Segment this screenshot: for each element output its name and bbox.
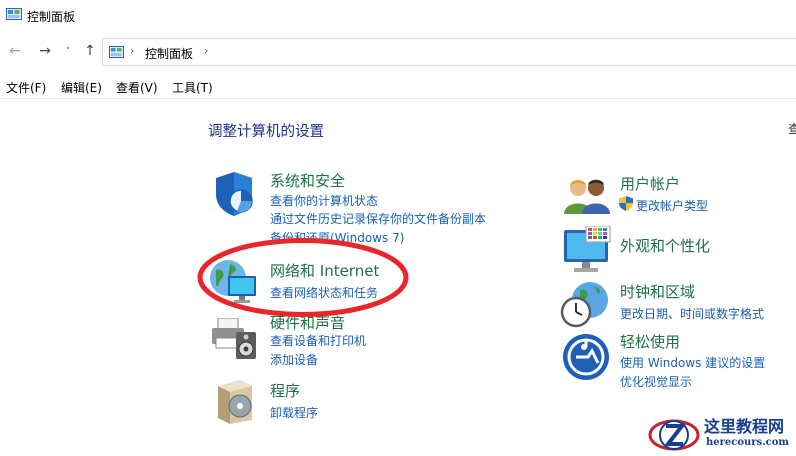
watermark-url: herecours.com [706, 437, 790, 448]
back-arrow-icon[interactable]: ← [6, 43, 24, 59]
category-user-accounts[interactable]: 用户帐户 [620, 173, 680, 194]
menu-bar: 文件(F) 编辑(E) 查看(V) 工具(T) [0, 76, 796, 99]
link-change-account-type[interactable]: 更改帐户类型 [636, 197, 708, 214]
programs-disc-icon[interactable] [212, 378, 258, 424]
printer-speaker-icon[interactable] [210, 318, 260, 360]
menu-view[interactable]: 查看(V) [116, 79, 158, 96]
link-change-date-time-format[interactable]: 更改日期、时间或数字格式 [620, 305, 764, 322]
category-system-security[interactable]: 系统和安全 [270, 170, 345, 191]
uac-shield-icon [619, 196, 633, 211]
menu-tools[interactable]: 工具(T) [172, 79, 213, 96]
recent-locations-icon[interactable]: ˅ [62, 47, 74, 57]
link-view-computer-status[interactable]: 查看你的计算机状态 [270, 192, 378, 209]
category-appearance[interactable]: 外观和个性化 [620, 235, 710, 256]
watermark-logo-icon [648, 419, 700, 451]
category-clock-region[interactable]: 时钟和区域 [620, 281, 695, 302]
watermark: 这里教程网 herecours.com [648, 411, 794, 456]
category-programs[interactable]: 程序 [270, 380, 300, 401]
control-panel-icon [109, 46, 124, 58]
title-bar: 控制面板 [0, 0, 796, 32]
annotation-ellipse [197, 238, 409, 317]
forward-arrow-icon[interactable]: → [36, 43, 54, 59]
menu-edit[interactable]: 编辑(E) [61, 79, 102, 96]
view-by-label[interactable]: 查 [788, 120, 796, 137]
control-panel-icon [6, 8, 22, 20]
navigation-row: ← → ˅ ↑ › 控制面板 › [0, 34, 796, 70]
link-use-windows-recommended[interactable]: 使用 Windows 建议的设置 [620, 354, 765, 371]
breadcrumb-chevron-icon[interactable]: › [130, 44, 134, 57]
ease-of-access-icon[interactable] [562, 333, 610, 381]
up-arrow-icon[interactable]: ↑ [81, 43, 99, 59]
shield-icon[interactable] [210, 170, 258, 218]
link-add-device[interactable]: 添加设备 [270, 351, 318, 368]
page-heading: 调整计算机的设置 [208, 124, 324, 140]
category-ease-of-access[interactable]: 轻松使用 [620, 331, 680, 352]
appearance-monitor-icon[interactable] [562, 226, 612, 274]
link-view-devices-printers[interactable]: 查看设备和打印机 [270, 332, 366, 349]
menu-file[interactable]: 文件(F) [6, 79, 46, 96]
breadcrumb-chevron-icon[interactable]: › [204, 44, 208, 57]
clock-globe-icon[interactable] [560, 280, 610, 328]
watermark-title: 这里教程网 [704, 417, 785, 436]
link-optimize-visual-display[interactable]: 优化视觉显示 [620, 373, 692, 390]
link-file-history-backup[interactable]: 通过文件历史记录保存你的文件备份副本 [270, 210, 486, 227]
link-uninstall-program[interactable]: 卸载程序 [270, 404, 318, 421]
address-bar[interactable]: › 控制面板 › [102, 38, 796, 66]
window-title: 控制面板 [27, 10, 76, 24]
breadcrumb-control-panel[interactable]: 控制面板 [145, 45, 193, 62]
user-accounts-icon[interactable] [564, 176, 610, 216]
